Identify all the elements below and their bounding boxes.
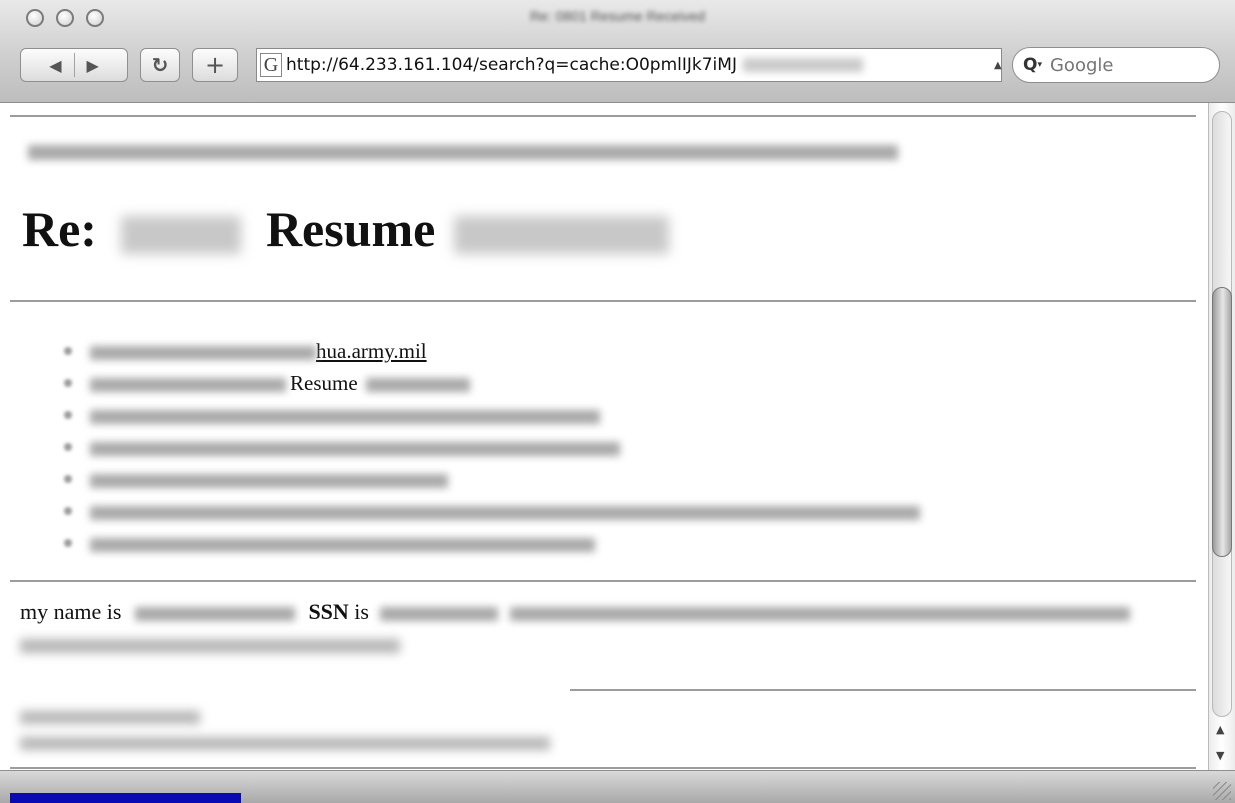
redacted-ssn bbox=[380, 606, 499, 621]
divider bbox=[10, 767, 1196, 769]
divider bbox=[570, 689, 1196, 691]
google-favicon: G bbox=[260, 53, 282, 77]
redacted-text bbox=[90, 538, 595, 553]
back-icon[interactable]: ◀ bbox=[49, 56, 61, 75]
redacted-name bbox=[134, 606, 295, 621]
list-item: hua.army.mil bbox=[60, 335, 920, 367]
forward-icon[interactable]: ▶ bbox=[87, 56, 99, 75]
heading-redacted bbox=[121, 215, 242, 254]
redacted-text bbox=[90, 474, 448, 489]
page-title: Re: Resume bbox=[22, 200, 669, 258]
scrollbar-thumb[interactable] bbox=[1212, 287, 1232, 557]
redacted-footer bbox=[20, 737, 550, 750]
heading-redacted bbox=[453, 215, 669, 254]
list-item bbox=[60, 399, 920, 431]
list-item bbox=[60, 527, 920, 559]
search-menu-icon[interactable]: ▾ bbox=[1037, 60, 1042, 70]
redacted-text bbox=[90, 346, 316, 361]
page-load-progress bbox=[10, 793, 241, 803]
search-input[interactable] bbox=[1047, 53, 1192, 77]
search-field[interactable]: Q ▾ bbox=[1012, 47, 1220, 83]
scroll-up-icon[interactable]: ▲ bbox=[1216, 723, 1224, 736]
scroll-down-icon[interactable]: ▼ bbox=[1216, 749, 1224, 762]
back-forward-buttons: ◀ ▶ bbox=[20, 48, 128, 82]
redacted-footer bbox=[20, 711, 200, 724]
window-title: Re: 0801 Resume Received bbox=[529, 8, 706, 24]
list-item bbox=[60, 495, 920, 527]
vertical-scrollbar[interactable]: ▲ ▼ bbox=[1208, 103, 1235, 770]
redacted-text bbox=[90, 442, 620, 457]
to-address-link[interactable]: hua.army.mil bbox=[316, 339, 427, 363]
divider bbox=[10, 115, 1196, 117]
body-prefix: my name is bbox=[20, 599, 122, 624]
message-navigation-redacted bbox=[28, 141, 898, 162]
redacted-text bbox=[90, 378, 286, 393]
heading-prefix: Re: bbox=[22, 201, 97, 257]
browser-toolbar: Re: 0801 Resume Received ◀ ▶ ↻ + G http:… bbox=[0, 0, 1235, 103]
redacted-text bbox=[20, 639, 400, 653]
ssn-label: SSN bbox=[308, 599, 349, 624]
search-icon[interactable]: Q bbox=[1023, 55, 1037, 75]
url-dropdown-icon[interactable]: ▲ bbox=[994, 60, 1002, 71]
address-bar[interactable]: G http://64.233.161.104/search?q=cache:O… bbox=[256, 48, 1002, 82]
reload-button[interactable]: ↻ bbox=[140, 48, 180, 82]
list-item bbox=[60, 431, 920, 463]
redacted-text bbox=[365, 378, 470, 393]
reload-icon: ↻ bbox=[151, 53, 169, 77]
divider bbox=[10, 580, 1196, 582]
add-bookmark-button[interactable]: + bbox=[192, 48, 238, 82]
status-bar bbox=[0, 770, 1235, 803]
browser-window: Re: 0801 Resume Received ◀ ▶ ↻ + G http:… bbox=[0, 0, 1235, 803]
redacted-text bbox=[509, 606, 1130, 621]
button-divider bbox=[73, 53, 75, 77]
redacted-text bbox=[90, 410, 600, 425]
page-content: Re: Resume hua.army.mil Resume my name i… bbox=[10, 103, 1208, 770]
url-text[interactable]: http://64.233.161.104/search?q=cache:O0p… bbox=[286, 55, 737, 75]
add-bookmark-icon: + bbox=[204, 51, 226, 79]
list-item bbox=[60, 463, 920, 495]
body-is: is bbox=[354, 599, 369, 624]
divider bbox=[10, 300, 1196, 302]
url-redacted bbox=[742, 58, 863, 72]
heading-word: Resume bbox=[265, 201, 436, 257]
message-body: my name is SSN is bbox=[20, 599, 1130, 625]
redacted-text bbox=[90, 506, 920, 521]
subject-word: Resume bbox=[286, 371, 362, 395]
message-headers: hua.army.mil Resume bbox=[60, 335, 920, 559]
resize-grip-icon[interactable] bbox=[1213, 782, 1231, 800]
list-item: Resume bbox=[60, 367, 920, 399]
